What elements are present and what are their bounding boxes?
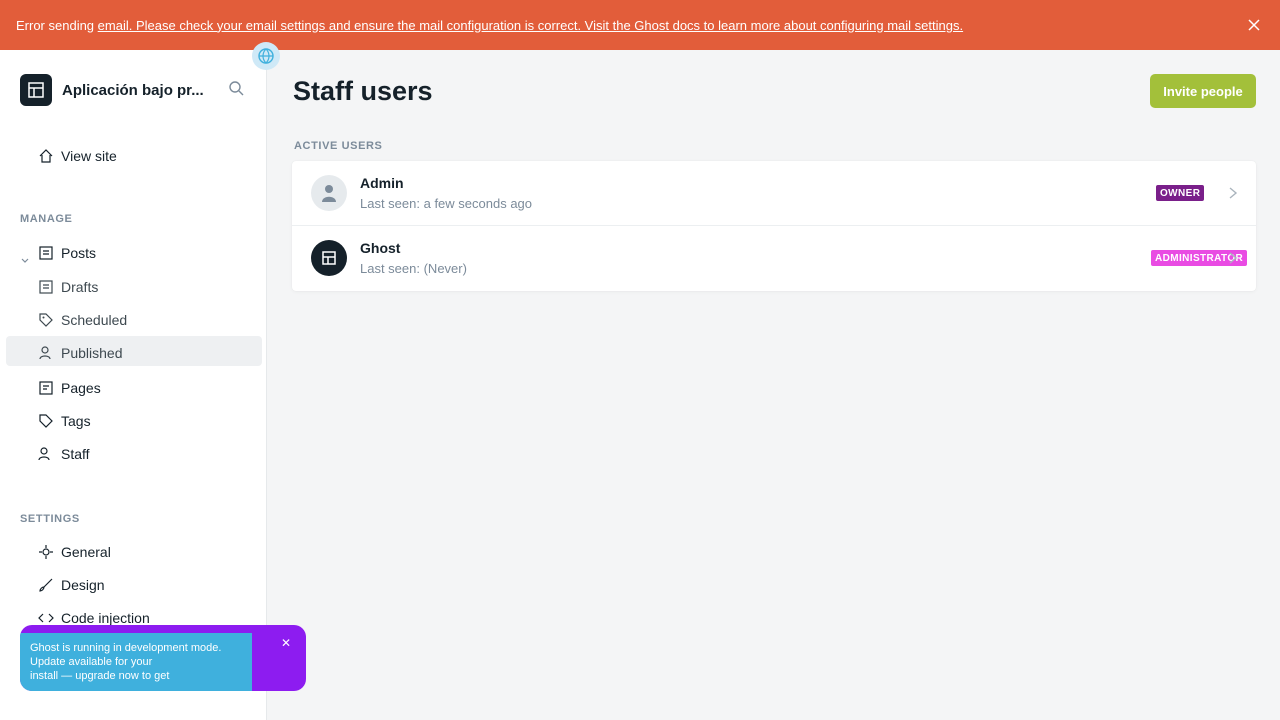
sidebar-item-general[interactable]: General [37,540,111,564]
notification-body: Ghost is running in development mode. Up… [20,633,252,691]
home-icon [37,147,55,165]
main-content: Staff users Invite people ACTIVE USERS A… [267,50,1280,720]
globe-icon[interactable] [252,42,280,70]
view-site-link[interactable]: View site [37,144,117,168]
chevron-down-icon[interactable] [20,253,32,265]
error-banner-message: Error sending email. Please check your e… [16,18,1244,33]
error-banner-prefix: Error sending [16,17,95,33]
code-injection-label: Code injection [61,610,150,626]
manage-section-label: MANAGE [20,213,73,225]
user-icon [37,344,55,362]
site-logo-icon [20,74,52,106]
avatar [311,240,347,276]
file-icon [37,278,55,296]
user-last-seen: Last seen: (Never) [360,261,467,276]
notification-toast: Ghost is running in development mode. Up… [20,625,306,691]
tag-icon [37,311,55,329]
sidebar-item-posts[interactable]: Posts [37,241,96,265]
settings-section-label: SETTINGS [20,513,80,525]
user-last-seen: Last seen: a few seconds ago [360,196,533,211]
tags-label: Tags [61,413,91,429]
user-row-ghost[interactable]: Ghost Last seen: (Never) ADMINISTRATOR [292,226,1256,291]
published-label: Published [61,345,123,361]
tag-icon [37,412,55,430]
avatar [311,175,347,211]
notification-line-2: Update available for your [30,656,153,668]
user-list: Admin Last seen: a few seconds ago OWNER… [292,161,1256,291]
page-title: Staff users [293,76,433,106]
user-name: Admin [360,175,404,191]
invite-people-button[interactable]: Invite people [1150,74,1256,108]
sidebar: Aplicación bajo pr... View site MANAGE P… [0,50,306,720]
sidebar-item-scheduled[interactable]: Scheduled [37,308,127,332]
notification-line-1: Ghost is running in development mode. [30,642,222,654]
chevron-right-icon [1227,186,1241,200]
site-title: Aplicación bajo pr... [62,81,204,99]
close-icon[interactable] [1244,15,1264,35]
user-name: Ghost [360,240,401,256]
chevron-right-icon [1227,251,1241,265]
design-label: Design [61,577,105,593]
sidebar-item-design[interactable]: Design [37,573,105,597]
posts-icon [37,244,55,262]
active-users-label: ACTIVE USERS [294,140,383,152]
staff-icon [37,445,55,463]
user-row-admin[interactable]: Admin Last seen: a few seconds ago OWNER [292,161,1256,226]
brush-icon [37,576,55,594]
role-badge-owner: OWNER [1156,185,1205,201]
error-banner: Error sending email. Please check your e… [0,0,1280,50]
error-banner-link[interactable]: email. Please check your email settings … [98,18,963,33]
sidebar-item-published[interactable]: Published [37,341,123,365]
drafts-label: Drafts [61,279,99,295]
view-site-label: View site [61,148,117,164]
staff-label: Staff [61,446,90,462]
sidebar-item-pages[interactable]: Pages [37,376,101,400]
pages-icon [37,379,55,397]
brand[interactable]: Aplicación bajo pr... [20,74,250,106]
sidebar-item-drafts[interactable]: Drafts [37,275,98,299]
sidebar-item-staff[interactable]: Staff [37,442,90,466]
search-icon[interactable] [228,80,248,100]
scheduled-label: Scheduled [61,312,128,328]
notification-line-3: install — upgrade now to get [30,670,170,682]
pages-label: Pages [61,380,101,396]
gear-icon [37,543,55,561]
sidebar-item-tags[interactable]: Tags [37,409,91,433]
posts-label: Posts [61,245,97,261]
general-label: General [61,544,111,560]
